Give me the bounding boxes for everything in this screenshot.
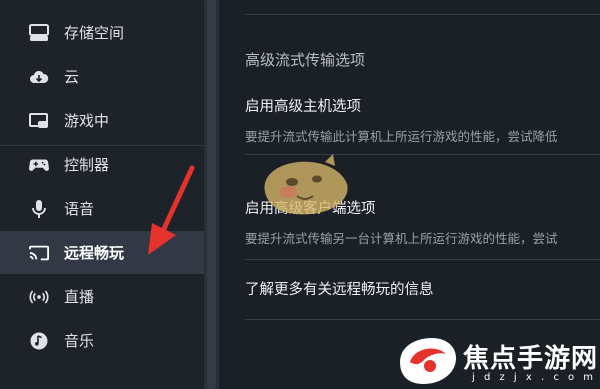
sidebar-item-label: 游戏中 [64,112,110,130]
annotation-arrow-icon [148,165,195,255]
sidebar-item-cloud[interactable]: 云 [0,55,204,98]
microphone-icon [29,199,49,219]
sidebar-item-label: 直播 [64,288,95,306]
sidebar-item-label: 控制器 [64,156,110,174]
section-divider [245,319,600,320]
section-title: 高级流式传输选项 [245,51,366,69]
watermark-title: 焦点手游网 [463,344,599,374]
in-game-icon [29,111,49,131]
watermark-url: j d z j x . c o m [472,372,597,383]
sidebar-item-label: 存储空间 [64,24,125,42]
cloud-icon [29,67,49,87]
sidebar-item-label: 语音 [64,200,95,218]
sidebar-item-label: 远程畅玩 [64,244,125,262]
controller-icon [29,155,49,175]
sidebar-item-storage[interactable]: 存储空间 [0,11,204,54]
host-option-description: 要提升流式传输此计算机上所运行游戏的性能，尝试降低 [245,129,558,144]
sidebar-item-music[interactable]: 音乐 [0,319,204,362]
learn-more-link[interactable]: 了解更多有关远程畅玩的信息 [245,278,434,299]
section-divider [245,14,600,15]
music-icon [29,331,49,351]
sidebar-item-broadcast[interactable]: 直播 [0,275,204,318]
sidebar-item-label: 云 [64,68,80,86]
sidebar-item-label: 音乐 [64,332,95,350]
cast-icon [29,243,49,263]
broadcast-icon [29,287,49,307]
mascot-sticker-icon [264,154,348,215]
host-option-title[interactable]: 启用高级主机选项 [245,95,361,116]
section-divider [245,259,600,260]
sidebar-item-in-game[interactable]: 游戏中 [0,99,204,142]
client-option-description: 要提升流式传输另一台计算机上所运行游戏的性能，尝试 [245,231,558,246]
sidebar-scrollbar-thumb[interactable] [207,0,216,389]
watermark-logo-icon [400,338,456,384]
storage-icon [29,23,49,43]
